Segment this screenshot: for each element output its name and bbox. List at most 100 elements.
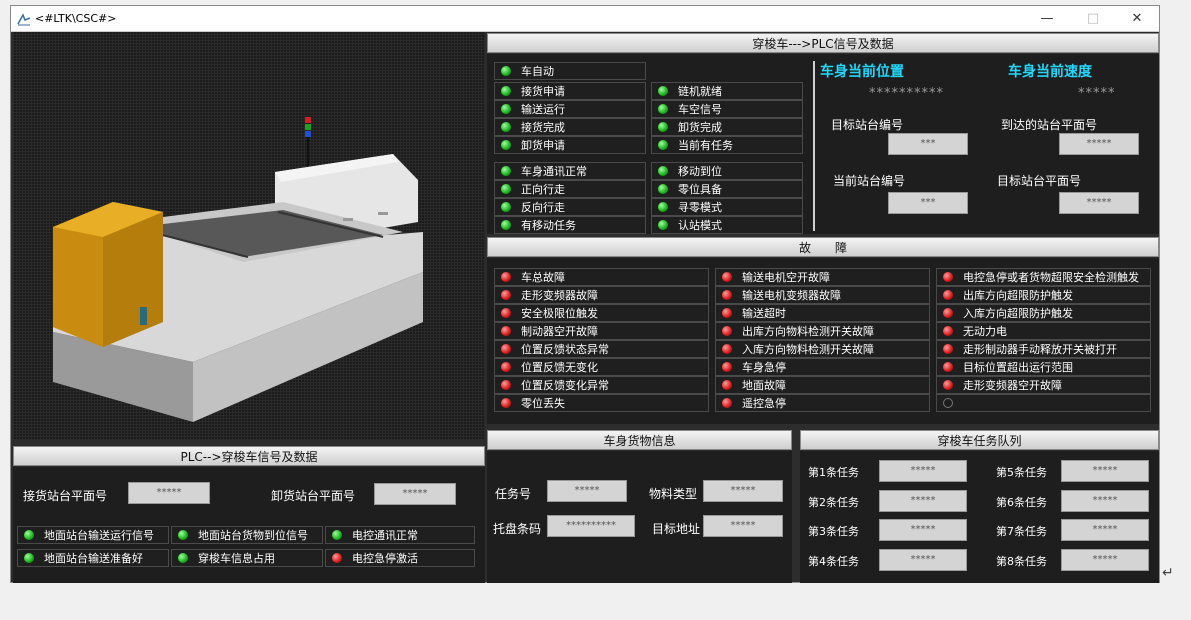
- shuttle-signal: 当前有任务: [651, 136, 803, 154]
- signal-label: 输送电机空开故障: [742, 271, 830, 284]
- window-title: <#LTK\CSC#>: [35, 12, 117, 25]
- material-value: *****: [703, 480, 783, 502]
- fault-item: [936, 394, 1151, 412]
- queue-item-value: *****: [1061, 490, 1149, 512]
- shuttle-signal: 卸货申请: [494, 136, 646, 154]
- status-led-icon: [501, 166, 511, 176]
- status-led-icon: [501, 122, 511, 132]
- minimize-button[interactable]: —: [1027, 8, 1067, 30]
- status-led-icon: [658, 220, 668, 230]
- shuttle-model-icon: [53, 117, 423, 422]
- close-button[interactable]: ✕: [1117, 8, 1157, 30]
- signal-label: 车总故障: [521, 271, 565, 284]
- status-led-icon: [658, 104, 668, 114]
- fault-item: 位置反馈变化异常: [494, 376, 709, 394]
- signal-label: 地面站台输送运行信号: [44, 529, 154, 542]
- signal-label: 当前有任务: [678, 139, 733, 152]
- signal-label: 有移动任务: [521, 219, 576, 232]
- status-led-icon: [658, 166, 668, 176]
- status-led-icon: [722, 326, 732, 336]
- signal-label: 地面站台输送准备好: [44, 552, 143, 565]
- status-led-icon: [501, 398, 511, 408]
- fault-item: 位置反馈状态异常: [494, 340, 709, 358]
- queue-item-label: 第7条任务: [996, 525, 1047, 538]
- plc-signal: 地面站台输送准备好: [17, 549, 169, 567]
- queue-item-label: 第4条任务: [808, 555, 859, 568]
- speed-title: 车身当前速度: [1008, 64, 1092, 80]
- fault-item: 无动力电: [936, 322, 1151, 340]
- signal-label: 走形制动器手动释放开关被打开: [963, 343, 1117, 356]
- faults-header: 故 障: [487, 237, 1159, 257]
- shuttle-signal: 零位具备: [651, 180, 803, 198]
- shuttle-signal: 车身通讯正常: [494, 162, 646, 180]
- shuttle-3d-view[interactable]: [13, 32, 485, 440]
- signal-label: 零位丢失: [521, 397, 565, 410]
- app-icon: [17, 13, 31, 26]
- cargo-header: 车身货物信息: [487, 430, 792, 450]
- fault-item: 制动器空开故障: [494, 322, 709, 340]
- material-label: 物料类型: [649, 487, 698, 501]
- queue-item-label: 第1条任务: [808, 466, 859, 479]
- fault-item: 电控急停或者货物超限安全检测触发: [936, 268, 1151, 286]
- fault-item: 入库方向物料检测开关故障: [715, 340, 930, 358]
- unload-level-value: *****: [374, 483, 456, 505]
- status-led-icon: [943, 290, 953, 300]
- status-led-icon: [658, 184, 668, 194]
- signal-label: 位置反馈变化异常: [521, 379, 609, 392]
- shuttle-signal: 卸货完成: [651, 118, 803, 136]
- plc-signal: 地面站台货物到位信号: [171, 526, 323, 544]
- status-led-icon: [722, 308, 732, 318]
- fault-item: 安全极限位触发: [494, 304, 709, 322]
- shuttle-signal: 链机就绪: [651, 82, 803, 100]
- signal-label: 寻零模式: [678, 201, 722, 214]
- return-arrow-icon: ↵: [1162, 565, 1174, 581]
- signal-label: 输送超时: [742, 307, 786, 320]
- signal-label: 入库方向物料检测开关故障: [742, 343, 874, 356]
- status-led-icon: [943, 362, 953, 372]
- signal-label: 接货申请: [521, 85, 565, 98]
- status-led-icon: [658, 122, 668, 132]
- queue-item-value: *****: [879, 549, 967, 571]
- maximize-button[interactable]: □: [1073, 8, 1113, 30]
- queue-item-label: 第6条任务: [996, 496, 1047, 509]
- signal-label: 输送电机变频器故障: [742, 289, 841, 302]
- signal-label: 反向行走: [521, 201, 565, 214]
- signal-label: 入库方向超限防护触发: [963, 307, 1073, 320]
- shuttle-signal: 认站模式: [651, 216, 803, 234]
- fault-item: 位置反馈无变化: [494, 358, 709, 376]
- app-window: <#LTK\CSC#> — □ ✕ PLC-->穿梭车信号及数据 接货站台平面号…: [10, 5, 1160, 583]
- status-led-icon: [501, 86, 511, 96]
- fault-item: 地面故障: [715, 376, 930, 394]
- signal-label: 走形变频器空开故障: [963, 379, 1062, 392]
- fault-item: 零位丢失: [494, 394, 709, 412]
- target-level-label: 目标站台平面号: [997, 174, 1082, 188]
- signal-label: 输送运行: [521, 103, 565, 116]
- reached-level-label: 到达的站台平面号: [1001, 118, 1098, 132]
- queue-item-value: *****: [879, 519, 967, 541]
- signal-label: 移动到位: [678, 165, 722, 178]
- signal-label: 走形变频器故障: [521, 289, 598, 302]
- status-led-icon: [658, 86, 668, 96]
- target-station-value: ***: [888, 133, 968, 155]
- signal-label: 卸货申请: [521, 139, 565, 152]
- signal-label: 零位具备: [678, 183, 722, 196]
- shuttle-signal: 寻零模式: [651, 198, 803, 216]
- shuttle-signal: 车空信号: [651, 100, 803, 118]
- status-led-icon: [722, 272, 732, 282]
- fault-item: 遥控急停: [715, 394, 930, 412]
- signal-label: 电控通讯正常: [352, 529, 418, 542]
- current-station-value: ***: [888, 192, 968, 214]
- status-led-icon: [943, 326, 953, 336]
- status-led-icon: [501, 308, 511, 318]
- status-led-icon: [943, 380, 953, 390]
- status-led-icon: [943, 344, 953, 354]
- plc-to-shuttle-header: PLC-->穿梭车信号及数据: [13, 446, 485, 466]
- status-led-icon: [24, 530, 34, 540]
- target-station-label: 目标站台编号: [831, 118, 904, 132]
- unload-level-label: 卸货站台平面号: [271, 489, 356, 503]
- status-led-icon: [178, 553, 188, 563]
- queue-item-label: 第2条任务: [808, 496, 859, 509]
- shuttle-signal: 反向行走: [494, 198, 646, 216]
- status-led-icon: [722, 344, 732, 354]
- fault-item: 入库方向超限防护触发: [936, 304, 1151, 322]
